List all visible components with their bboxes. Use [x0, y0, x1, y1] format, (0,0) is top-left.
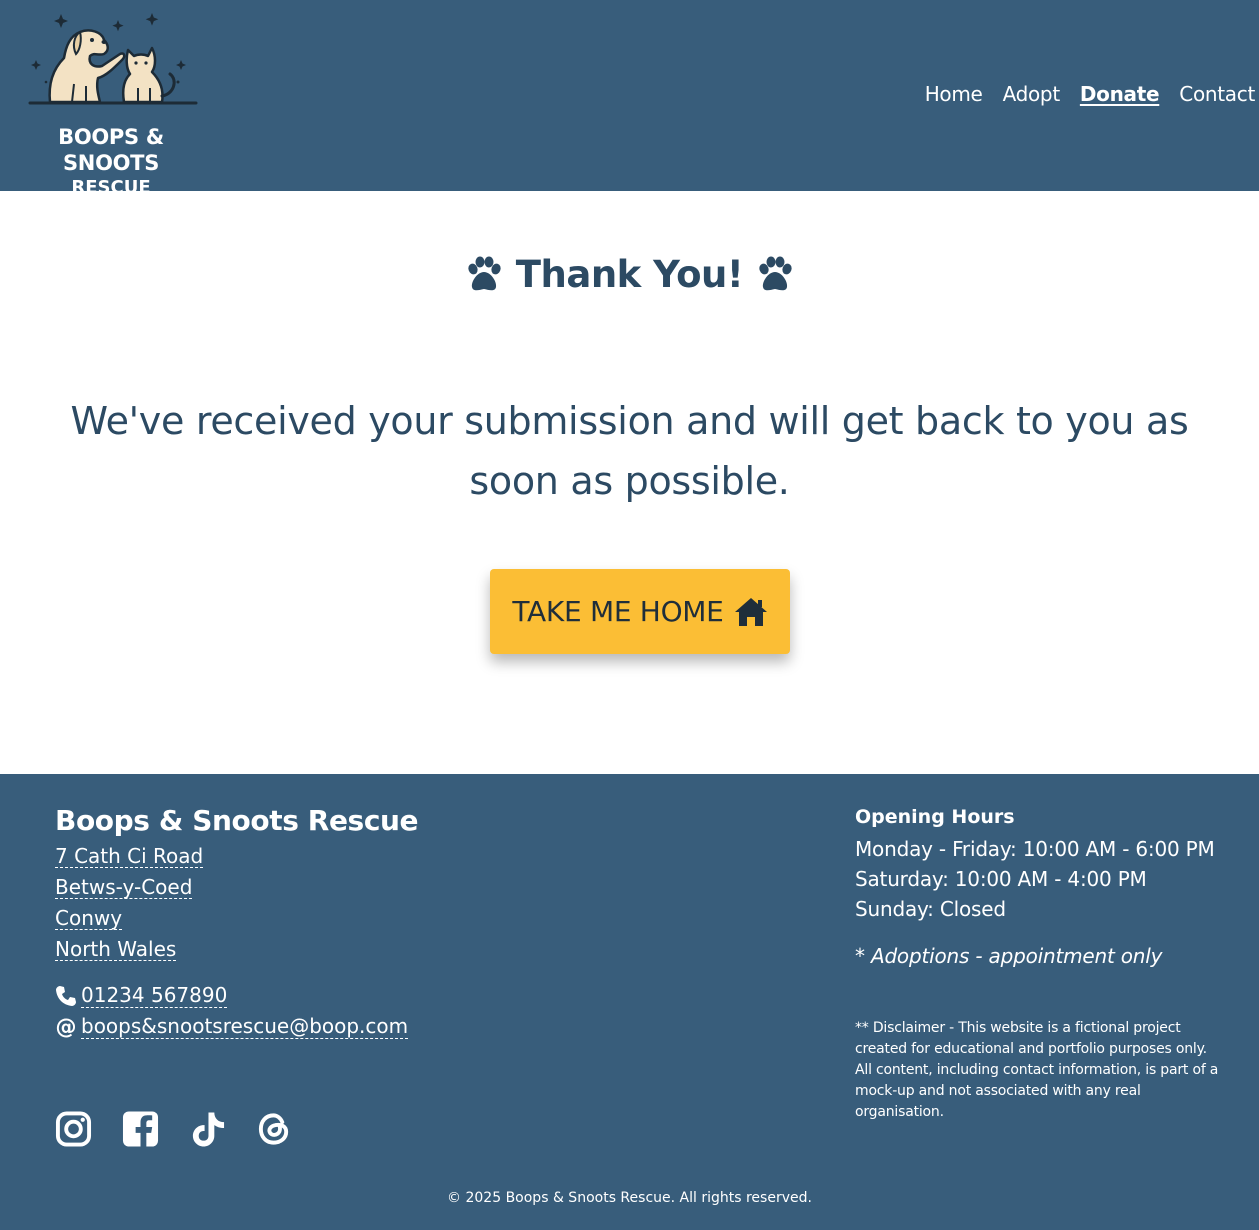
adoptions-note: * Adoptions - appointment only [855, 944, 1163, 968]
logo[interactable]: BOOPS & SNOOTS RESCUE [14, 10, 208, 198]
nav-adopt[interactable]: Adopt [1003, 82, 1061, 106]
paw-icon [759, 256, 792, 290]
address-line-town[interactable]: Betws-y-Coed [55, 876, 193, 899]
take-me-home-button[interactable]: TAKE ME HOME [490, 569, 790, 654]
disclaimer: ** Disclaimer - This website is a fictio… [855, 1020, 1219, 1120]
at-sign-icon: @ [56, 1016, 77, 1038]
hours-saturday: Saturday: 10:00 AM - 4:00 PM [855, 867, 1147, 891]
contact-links: 01234 567890 @ boops&snootsrescue@boop.c… [55, 983, 555, 1039]
email-link[interactable]: boops&snootsrescue@boop.com [81, 1014, 409, 1039]
phone-icon [56, 985, 76, 1006]
phone-link[interactable]: 01234 567890 [81, 983, 228, 1008]
instagram-icon [55, 1111, 92, 1147]
copyright: © 2025 Boops & Snoots Rescue. All rights… [447, 1190, 812, 1206]
take-me-home-label: TAKE ME HOME [512, 595, 724, 628]
footer-contact: Boops & Snoots Rescue 7 Cath Ci Road Bet… [55, 804, 555, 1039]
tiktok-icon [192, 1112, 225, 1147]
hours-sunday: Sunday: Closed [855, 897, 1006, 921]
instagram-link[interactable] [55, 1110, 92, 1148]
email-row: @ boops&snootsrescue@boop.com [55, 1014, 555, 1039]
site-footer: Boops & Snoots Rescue 7 Cath Ci Road Bet… [0, 774, 1259, 1230]
site-header: BOOPS & SNOOTS RESCUE Home Adopt Donate … [0, 0, 1259, 198]
hours-weekdays: Monday - Friday: 10:00 AM - 6:00 PM [855, 837, 1215, 861]
page-title: Thank You! [515, 253, 744, 296]
main-nav: Home Adopt Donate Contact [925, 82, 1256, 106]
confirmation-message: We've received your submission and will … [70, 399, 1189, 503]
phone-row: 01234 567890 [55, 983, 555, 1008]
social-links [55, 1110, 293, 1148]
tiktok-link[interactable] [189, 1110, 226, 1148]
nav-home[interactable]: Home [925, 82, 983, 106]
opening-hours-title: Opening Hours [855, 806, 1015, 828]
footer-org-name: Boops & Snoots Rescue [55, 804, 419, 837]
address-line-street[interactable]: 7 Cath Ci Road [55, 845, 204, 868]
main-content: Thank You! We've received your submissio… [0, 191, 1259, 774]
logo-title: BOOPS & SNOOTS [58, 125, 164, 175]
nav-donate[interactable]: Donate [1080, 82, 1160, 106]
threads-icon [258, 1113, 289, 1145]
address: 7 Cath Ci Road Betws-y-Coed Conwy North … [55, 845, 555, 969]
house-icon [734, 597, 767, 626]
facebook-link[interactable] [122, 1110, 159, 1148]
dog-and-cat-logo-icon [28, 13, 198, 105]
address-line-county[interactable]: Conwy [55, 907, 123, 930]
thank-you-heading: Thank You! [0, 253, 1259, 296]
nav-contact[interactable]: Contact [1179, 82, 1255, 106]
threads-link[interactable] [256, 1110, 293, 1148]
paw-icon [468, 256, 501, 290]
facebook-icon [122, 1111, 159, 1147]
address-line-region[interactable]: North Wales [55, 938, 177, 961]
logo-text: BOOPS & SNOOTS RESCUE [14, 124, 208, 200]
svg-text:@: @ [56, 1016, 77, 1038]
opening-hours: Opening Hours Monday - Friday: 10:00 AM … [855, 806, 1225, 1123]
